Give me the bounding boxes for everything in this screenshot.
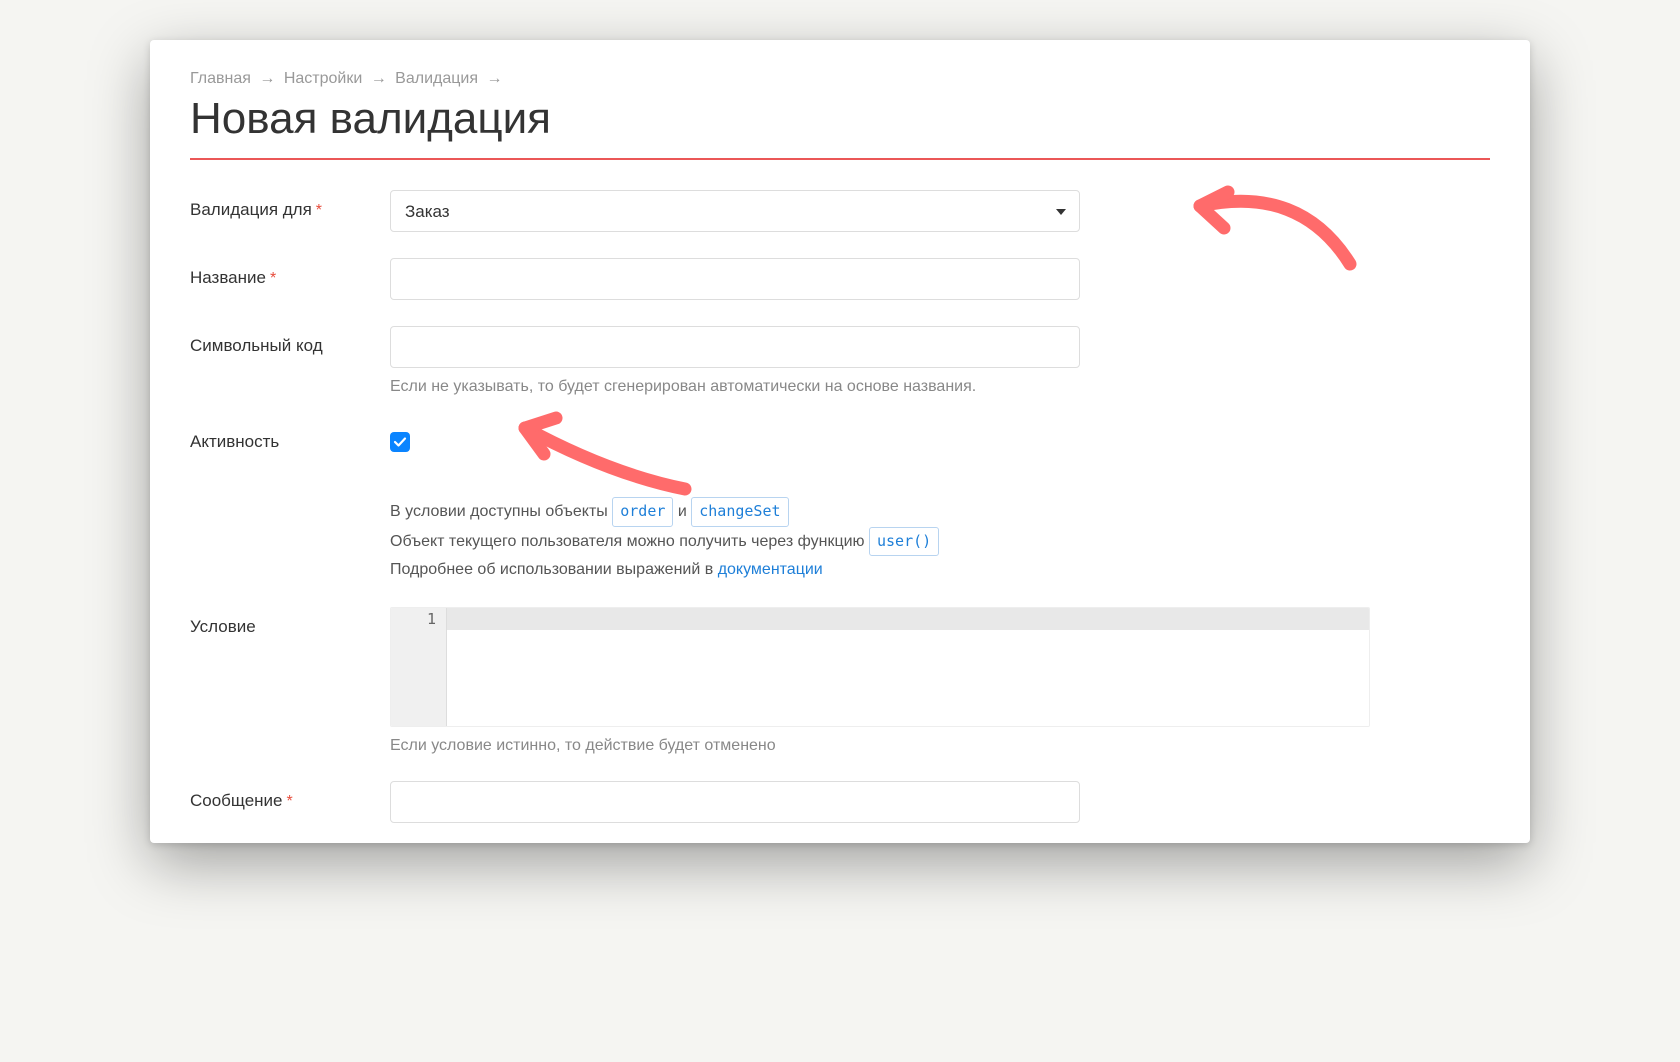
breadcrumb-separator: → [259,70,275,87]
input-message[interactable] [390,781,1080,823]
label-active: Активность [190,432,279,451]
label-symbol-code: Символьный код [190,336,323,355]
row-symbol-code: Символьный код Если не указывать, то буд… [190,326,1490,396]
code-editor-gutter: 1 [391,608,447,726]
hint-line2-prefix: Объект текущего пользователя можно получ… [390,533,869,550]
breadcrumb-home[interactable]: Главная [190,70,251,87]
gutter-line-number: 1 [391,610,436,628]
hint-line3-prefix: Подробнее об использовании выражений в [390,561,718,578]
breadcrumb-separator: → [486,70,502,87]
breadcrumb-settings[interactable]: Настройки [284,70,362,87]
help-condition: Если условие истинно, то действие будет … [390,737,1370,755]
breadcrumb: Главная → Настройки → Валидация → [190,70,1490,88]
breadcrumb-separator: → [371,70,387,87]
link-documentation[interactable]: документации [718,561,823,578]
row-message: Сообщение* [190,781,1490,823]
label-condition: Условие [190,617,256,636]
help-symbol-code: Если не указывать, то будет сгенерирован… [390,378,1080,396]
label-message: Сообщение [190,791,283,810]
code-editor-condition[interactable]: 1 [390,607,1370,727]
required-asterisk: * [270,270,276,287]
row-active: Активность [190,422,1490,457]
hint-condition: В условии доступны объекты order и chang… [390,497,1370,583]
label-name: Название [190,268,266,287]
checkmark-icon [393,435,407,449]
row-name: Название* [190,258,1490,300]
page-title: Новая валидация [190,94,1490,144]
row-condition: Условие 1 Если условие истинно, то дейст… [190,607,1490,755]
page-container: Главная → Настройки → Валидация → Новая … [150,40,1530,843]
input-name[interactable] [390,258,1080,300]
hint-line1-prefix: В условии доступны объекты [390,503,612,520]
row-condition-hint: В условии доступны объекты order и chang… [190,497,1490,597]
label-validation-for: Валидация для [190,200,312,219]
select-validation-for[interactable]: Заказ [390,190,1080,232]
required-asterisk: * [287,793,293,810]
required-asterisk: * [316,202,322,219]
code-active-line [447,608,1369,630]
hint-line1-mid: и [678,503,691,520]
code-pill-user: user() [869,527,939,557]
breadcrumb-validation[interactable]: Валидация [395,70,478,87]
title-divider [190,158,1490,160]
input-symbol-code[interactable] [390,326,1080,368]
code-pill-changeset: changeSet [691,497,788,527]
checkbox-active[interactable] [390,432,410,452]
code-pill-order: order [612,497,673,527]
row-validation-for: Валидация для* Заказ [190,190,1490,232]
